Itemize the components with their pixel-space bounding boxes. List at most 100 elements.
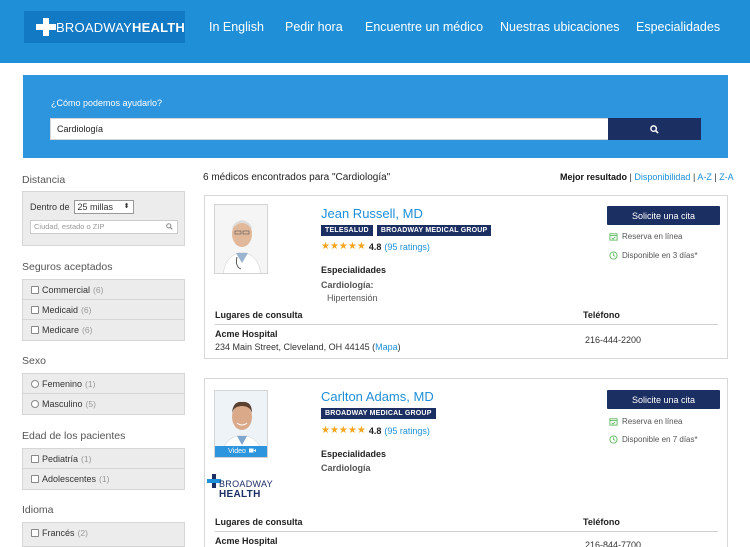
nav-especialidades[interactable]: Especialidades (636, 20, 720, 34)
phone-number[interactable]: 216-444-2200 (585, 335, 641, 345)
video-button[interactable]: Video (215, 446, 267, 457)
checkbox[interactable] (31, 475, 39, 483)
doctor-name-link[interactable]: Carlton Adams, MD (321, 389, 434, 404)
checkbox[interactable] (31, 529, 39, 537)
checkbox[interactable] (31, 326, 39, 334)
filter-option[interactable]: Medicare (6) (23, 320, 184, 340)
option-count: (1) (85, 378, 96, 389)
calendar-check-icon (609, 417, 618, 426)
availability: Disponible en 7 días* (609, 435, 698, 444)
radio-button[interactable] (31, 400, 39, 408)
sort-za[interactable]: Z-A (719, 172, 734, 182)
search-input[interactable]: Cardiología (50, 118, 613, 140)
option-label: Francés (42, 528, 75, 538)
locations-header: Lugares de consulta Teléfono (215, 310, 718, 325)
doctor-card: Video BROADWAY HEALTH Carlton Adams, MD … (204, 378, 728, 547)
checkbox[interactable] (31, 454, 39, 463)
specialty-label: Cardiología: (321, 280, 374, 290)
badge-group: TELESALUD BROADWAY MEDICAL GROUP (321, 225, 492, 236)
nav-ubicaciones[interactable]: Nuestras ubicaciones (500, 20, 620, 34)
filter-insurance-title: Seguros aceptados (22, 261, 113, 273)
sort-availability[interactable]: Disponibilidad (634, 172, 690, 182)
option-count: (6) (82, 325, 93, 335)
address-paren: ) (397, 342, 401, 352)
online-booking: Reserva en línea (609, 232, 682, 241)
request-appointment-button[interactable]: Solicite una cita (607, 206, 720, 225)
filter-language-title: Idioma (22, 504, 54, 516)
sex-filter-box: Femenino (1) Masculino (5) (22, 373, 185, 415)
radio-button[interactable] (31, 379, 39, 388)
nav-pedir-hora[interactable]: Pedir hora (285, 20, 343, 34)
availability-label: Disponible en 7 días* (622, 435, 698, 444)
rating: ★★★★★ 4.8 (95 ratings) (321, 241, 430, 252)
sort-az[interactable]: A-Z (697, 172, 712, 182)
star-rating-icon: ★★★★★ (321, 241, 366, 252)
online-booking: Reserva en línea (609, 417, 682, 426)
distance-select[interactable]: 25 millas ⬍ (73, 200, 134, 214)
location-placeholder: Ciudad, estado o ZIP (34, 222, 105, 231)
broadway-health-logo-small: BROADWAY HEALTH (207, 474, 277, 502)
checkbox[interactable] (31, 285, 39, 294)
filter-option[interactable]: Commercial (6) (23, 280, 184, 300)
phone-number[interactable]: 216-844-7700 (585, 540, 641, 547)
doctor-name-link[interactable]: Jean Russell, MD (321, 206, 423, 221)
filter-option[interactable]: Medicaid (6) (23, 300, 184, 320)
doctor-photo[interactable] (214, 204, 268, 274)
badge-group: BROADWAY MEDICAL GROUP (321, 408, 436, 419)
option-label: Masculino (42, 399, 83, 409)
filter-sex-title: Sexo (22, 355, 46, 367)
online-booking-label: Reserva en línea (622, 232, 683, 241)
logo-text: BROADWAYHEALTH (56, 19, 185, 35)
filter-option[interactable]: Masculino (5) (23, 394, 184, 414)
request-appointment-button[interactable]: Solicite una cita (607, 390, 720, 409)
search-icon (166, 222, 173, 234)
language-filter-box: Francés (2) (22, 522, 185, 547)
filter-option[interactable]: Femenino (1) (23, 374, 184, 394)
doctor-photo[interactable]: Video (214, 390, 268, 458)
filter-option[interactable]: Francés (2) (23, 523, 184, 543)
filter-option[interactable]: Adolescentes (1) (23, 469, 184, 489)
insurance-filter-box: Commercial (6) Medicaid (6) Medicare (6) (22, 279, 185, 341)
video-camera-icon (248, 448, 256, 455)
doctor-card: Jean Russell, MD TELESALUD BROADWAY MEDI… (204, 195, 728, 359)
brand-bold: HEALTH (219, 489, 261, 500)
distance-value: 25 millas (77, 202, 114, 212)
checkbox[interactable] (31, 305, 39, 314)
ratings-count-link[interactable]: (95 ratings) (384, 242, 430, 252)
search-button[interactable] (608, 118, 701, 140)
clock-icon (609, 435, 618, 444)
location-input[interactable]: Ciudad, estado o ZIP (30, 220, 178, 234)
rating-score: 4.8 (368, 425, 382, 436)
ratings-count-link[interactable]: (95 ratings) (384, 426, 430, 436)
option-label: Femenino (42, 378, 83, 389)
option-label: Pediatría (42, 453, 79, 464)
map-link[interactable]: Mapa (375, 342, 398, 352)
badge-medical-group: BROADWAY MEDICAL GROUP (321, 408, 436, 419)
separator: | (629, 172, 632, 182)
rating: ★★★★★ 4.8 (95 ratings) (321, 425, 430, 436)
option-count: (2) (77, 528, 88, 538)
address-text: 234 Main Street, Cleveland, OH 44145 ( (215, 342, 376, 352)
medical-cross-icon (36, 17, 56, 37)
separator: | (692, 172, 696, 182)
broadway-health-logo[interactable]: BROADWAYHEALTH (24, 11, 185, 43)
doctor-portrait-image (215, 205, 267, 273)
phone-title: Teléfono (583, 310, 620, 320)
within-label: Dentro de (30, 202, 70, 212)
filter-option[interactable]: Pediatría (1) (23, 449, 184, 469)
top-navigation-bar: BROADWAYHEALTH In English Pedir hora Enc… (0, 0, 750, 63)
online-booking-label: Reserva en línea (622, 417, 683, 426)
brand-light: BROADWAY (219, 479, 273, 489)
option-label: Commercial (42, 284, 91, 295)
filter-distance-title: Distancia (22, 174, 66, 186)
nav-in-english[interactable]: In English (209, 20, 264, 34)
sort-options: Mejor resultado | Disponibilidad | A-Z |… (560, 172, 734, 182)
specialties-title: Especialidades (321, 449, 387, 459)
sort-best[interactable]: Mejor resultado (560, 172, 627, 182)
nav-encuentre-medico[interactable]: Encuentre un médico (365, 20, 483, 34)
specialty-label: Cardiología (321, 463, 371, 473)
calendar-check-icon (609, 232, 618, 241)
locations-title: Lugares de consulta (215, 310, 303, 320)
option-label: Medicaid (42, 304, 79, 315)
availability: Disponible en 3 días* (609, 251, 698, 260)
